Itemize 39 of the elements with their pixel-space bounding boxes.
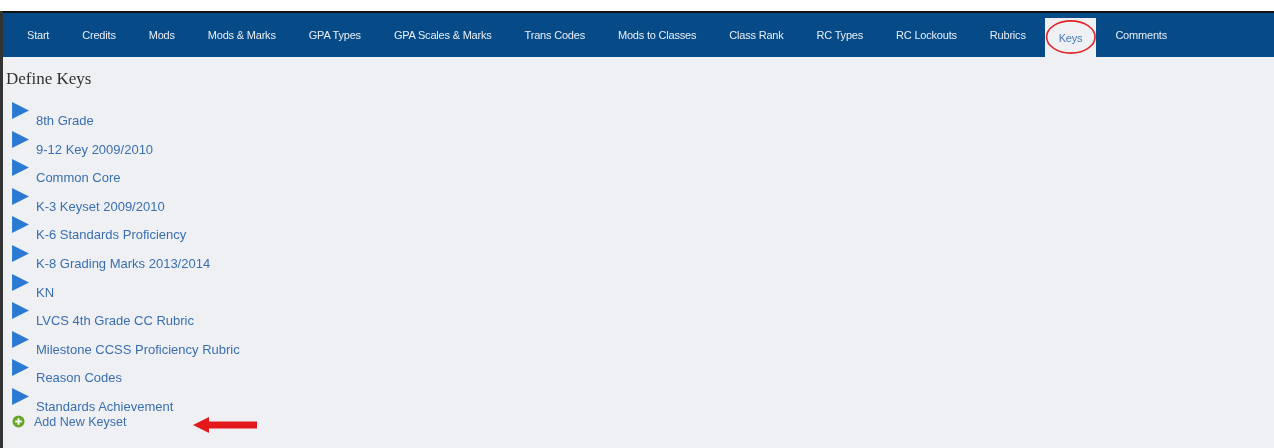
expand-triangle-icon[interactable] [11,215,30,235]
keyset-link[interactable]: Common Core [36,170,121,186]
nav-tab[interactable]: Mods & Marks [193,13,290,57]
keyset-link[interactable]: Reason Codes [36,370,122,386]
keyset-link[interactable]: LVCS 4th Grade CC Rubric [36,313,194,329]
expand-triangle-icon[interactable] [11,329,30,349]
nav-tab[interactable]: GPA Scales & Marks [379,13,506,57]
nav-tab[interactable]: Trans Codes [510,13,599,57]
nav-tab[interactable]: Keys [1044,18,1097,57]
nav-tab[interactable]: RC Types [802,13,878,57]
add-icon[interactable] [12,415,25,429]
nav-tab[interactable]: Mods [134,13,189,57]
keyset-link[interactable]: K-3 Keyset 2009/2010 [36,198,165,214]
nav-tab[interactable]: Rubrics [975,13,1040,57]
expand-triangle-icon[interactable] [11,243,30,263]
keyset-link[interactable]: Milestone CCSS Proficiency Rubric [36,341,240,357]
page-title: Define Keys [6,69,93,89]
nav-tab[interactable]: Class Rank [715,13,798,57]
expand-triangle-icon[interactable] [11,186,30,206]
keyset-link[interactable]: Standards Achievement [36,398,174,414]
expand-triangle-icon[interactable] [11,358,30,378]
keyset-link[interactable]: 9-12 Key 2009/2010 [36,141,154,157]
expand-triangle-icon[interactable] [11,158,30,178]
nav-tab[interactable]: GPA Types [294,13,375,57]
nav-tab[interactable]: Start [13,13,64,57]
expand-triangle-icon[interactable] [11,101,30,120]
nav-tab[interactable]: Credits [68,13,130,57]
keyset-link[interactable]: K-8 Grading Marks 2013/2014 [36,255,211,271]
nav-tab[interactable]: RC Lockouts [882,13,971,57]
expand-triangle-icon[interactable] [11,272,30,292]
expand-triangle-icon[interactable] [11,301,30,321]
nav-tab[interactable]: Mods to Classes [604,13,711,57]
keyset-link[interactable]: K-6 Standards Proficiency [36,227,187,243]
expand-triangle-icon[interactable] [11,386,30,406]
add-keyset-link[interactable]: Add New Keyset [34,414,127,429]
keyset-link[interactable]: KN [36,284,55,300]
nav-tab[interactable]: Comments [1101,13,1181,57]
keyset-link[interactable]: 8th Grade [36,113,94,128]
expand-triangle-icon[interactable] [11,129,30,149]
